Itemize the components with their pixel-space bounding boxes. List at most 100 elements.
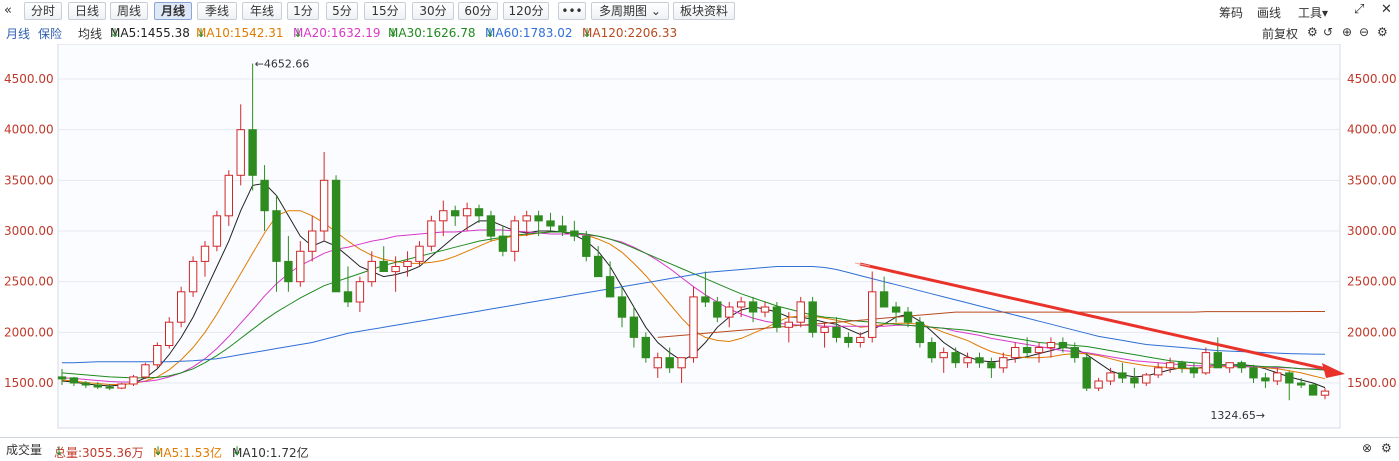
candle-body [1165, 362, 1175, 369]
candle-body [343, 291, 353, 303]
zoom-out-icon[interactable]: ⊖ [1359, 25, 1369, 39]
candle-body [844, 336, 853, 343]
candle-body [93, 384, 102, 388]
candle-body [975, 357, 984, 364]
settings-icon[interactable]: ⚙ [1377, 25, 1388, 39]
more-periods-button[interactable]: ••• [558, 2, 586, 20]
period-tab-11[interactable]: 120分 [503, 2, 549, 20]
period-tab-7[interactable]: 5分 [326, 2, 358, 20]
candle-body [594, 255, 603, 278]
candle-body [462, 208, 472, 217]
candle-body [927, 342, 936, 359]
multi-period-label: 多周期图 [599, 4, 648, 18]
y-tick-label-right: 3000.00 [1347, 224, 1397, 238]
candle-body [69, 377, 79, 384]
period-tab-4[interactable]: 季线 [197, 2, 237, 20]
candle-body [474, 208, 484, 217]
y-tick-label-left: 2000.00 [4, 325, 54, 339]
period-tab-0[interactable]: 分时 [24, 2, 62, 20]
period-tab-3[interactable]: 月线 [154, 2, 192, 20]
settings-icon[interactable]: ⚙ [1307, 25, 1318, 39]
settings-icon[interactable]: ⚙ [1381, 441, 1392, 455]
candle-body [105, 386, 114, 389]
candle-body [677, 357, 686, 369]
candle-body [117, 383, 126, 389]
period-tab-2[interactable]: 周线 [110, 2, 148, 20]
period-label: 月线 [6, 27, 31, 41]
period-tab-9[interactable]: 30分 [412, 2, 454, 20]
period-tab-1[interactable]: 日线 [68, 2, 106, 20]
candle-body [379, 260, 388, 272]
period-tab-10[interactable]: 60分 [458, 2, 498, 20]
candle-body [1213, 352, 1222, 369]
candle-body [319, 179, 329, 232]
multi-period-button[interactable]: 多周期图 ⌄ [591, 2, 669, 20]
candle-body [188, 260, 198, 293]
period-tab-5[interactable]: 年线 [242, 2, 282, 20]
candle-body [57, 376, 67, 380]
candle-body [725, 306, 734, 318]
candle-body [570, 230, 579, 237]
candle-body [891, 306, 901, 313]
down-arrow-icon: ↓ [196, 26, 207, 40]
candle-body [308, 230, 317, 252]
candle-body [141, 364, 150, 378]
chevron-down-icon: ⌄ [650, 4, 661, 18]
candle-body [1106, 372, 1115, 382]
candle-body [1308, 384, 1318, 396]
undo-icon[interactable]: ↺ [1323, 25, 1333, 39]
sector-info-button[interactable]: 板块资料 [673, 2, 735, 20]
candle-body [999, 357, 1008, 369]
insurance-label: 保险 [38, 27, 63, 41]
candle-body [331, 179, 341, 293]
candle-body [796, 301, 805, 323]
down-arrow-icon: ↓ [232, 444, 243, 458]
kline-svg[interactable]: 4500.00 4500.00 4000.00 4000.00 3500.00 3500.… [0, 43, 1399, 436]
ma120-text: MA120:2206.33 [582, 26, 678, 40]
tools-button[interactable]: 工具▾ [1298, 4, 1328, 21]
candle-body [689, 296, 698, 359]
collapse-left-icon[interactable]: « [4, 3, 12, 18]
y-tick-label-left: 2500.00 [4, 275, 54, 289]
zoom-in-icon[interactable]: ⊕ [1342, 25, 1352, 39]
candle-body [153, 345, 162, 366]
candle-body [1118, 372, 1127, 379]
candle-body [236, 129, 245, 176]
candle-body [1237, 362, 1246, 369]
chips-button[interactable]: 筹码 [1219, 4, 1243, 21]
ma30-text: MA30:1626.78 [388, 26, 476, 40]
candle-body [820, 326, 829, 333]
period-tab-8[interactable]: 15分 [364, 2, 406, 20]
down-arrow-icon: ↓ [582, 26, 593, 40]
candle-body [1320, 390, 1330, 396]
close-circle-icon[interactable]: ⊗ [1362, 441, 1372, 455]
candle-body [558, 225, 567, 232]
candle-body [272, 210, 281, 262]
candle-body [498, 235, 508, 252]
candle-body [641, 336, 650, 359]
y-tick-label-right: 3500.00 [1347, 173, 1397, 187]
ma60-text: MA60:1783.02 [485, 26, 573, 40]
candle-body [748, 301, 758, 313]
candle-body [939, 352, 948, 359]
candle-body [963, 357, 972, 364]
draw-line-button[interactable]: 画线 [1257, 4, 1281, 21]
period-toolbar: « 分时 日线 周线 月线 季线 年线 1分 5分 15分 30分 60分 120分 ••• 多周期图… [0, 0, 1399, 23]
candle-body [1249, 367, 1258, 379]
kline-chart[interactable]: 4500.00 4500.00 4000.00 4000.00 3500.00 3500.… [0, 43, 1399, 436]
candle-body [784, 321, 793, 328]
candle-body [903, 311, 913, 323]
candle-body [212, 215, 222, 247]
fullscreen-icon[interactable]: ⤢ [1354, 2, 1364, 17]
candle-body [1177, 362, 1187, 369]
adjust-label[interactable]: 前复权 [1262, 25, 1298, 42]
avg-line-label[interactable]: 均线 [78, 25, 102, 42]
period-tab-6[interactable]: 1分 [287, 2, 319, 20]
candle-body [224, 174, 234, 217]
candle-body [1130, 377, 1139, 384]
candle-body [415, 245, 424, 262]
candle-body [951, 352, 960, 364]
candle-body [915, 321, 925, 344]
close-icon[interactable]: ✕ [1381, 2, 1392, 17]
candle-body [81, 382, 90, 386]
